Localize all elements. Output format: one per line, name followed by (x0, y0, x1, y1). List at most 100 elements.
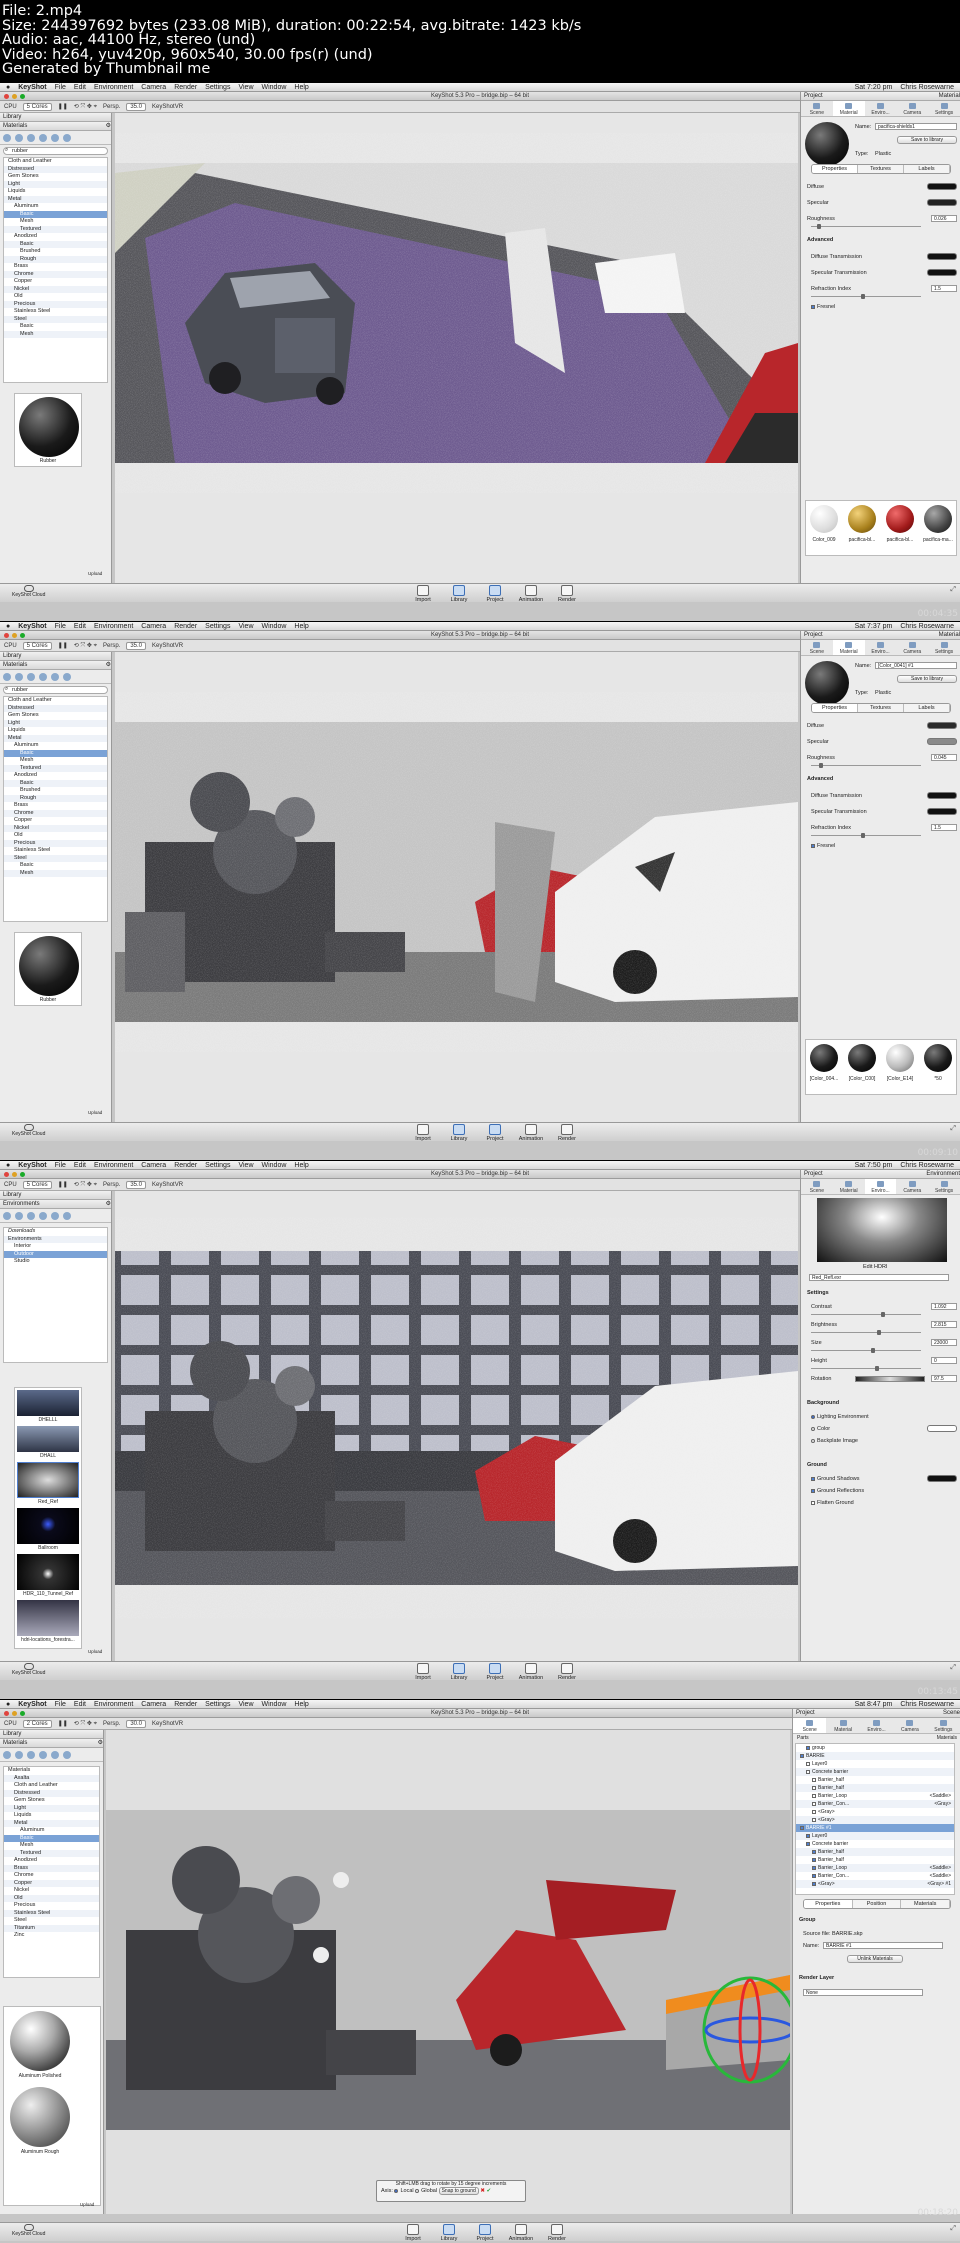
tree-item[interactable]: Brass (4, 263, 107, 271)
resize-icon[interactable]: ⤢ (950, 1125, 956, 1133)
render-viewport[interactable] (115, 652, 798, 1122)
render-button[interactable]: Render (552, 1124, 582, 1142)
env-thumb[interactable] (17, 1390, 79, 1416)
search-input[interactable]: rubber (3, 147, 108, 155)
library-button[interactable]: Library (444, 1663, 474, 1681)
render-viewport[interactable]: Shift+LMB drag to rotate by 15 degree in… (106, 1730, 790, 2214)
tree-item[interactable]: Downloads (4, 1228, 107, 1236)
type-select[interactable]: Plastic (875, 690, 891, 696)
app-menu[interactable]: KeyShot (18, 83, 46, 92)
tree-item[interactable]: Titanium (4, 1924, 99, 1932)
tree-item[interactable]: Rough (4, 255, 107, 263)
refraction-index-value[interactable]: 1.5 (931, 285, 957, 292)
confirm-icon[interactable]: ✔ (486, 2188, 491, 2194)
upload-button[interactable]: Upload (80, 2202, 94, 2207)
ground-section[interactable]: Ground (807, 1462, 827, 1468)
project-button[interactable]: Project (480, 1124, 510, 1142)
tree-item[interactable]: Cloth and Leather (4, 1782, 99, 1790)
scene-tree-row[interactable]: <Gray> <Gray> #1 (796, 1880, 954, 1888)
menu-environment[interactable]: Environment (94, 1161, 133, 1170)
roughness-value[interactable]: 0.045 (931, 754, 957, 761)
apple-icon[interactable]: ● (6, 1700, 10, 1709)
pause-icon[interactable]: ❚❚ (58, 642, 68, 649)
menu-edit[interactable]: Edit (74, 1161, 86, 1170)
tab-environment[interactable]: Enviro... (864, 1179, 897, 1194)
settings-icon[interactable]: ⚙ (106, 661, 111, 669)
animation-button[interactable]: Animation (516, 585, 546, 603)
tree-item[interactable]: Rough (4, 794, 107, 802)
scene-tree-row[interactable]: Barrier_Con... <Gray> (796, 1800, 954, 1808)
scene-tree-row[interactable]: Concrete barrier (796, 1840, 954, 1848)
unlink-materials-button[interactable]: Unlink Materials (847, 1955, 903, 1963)
resize-icon[interactable]: ⤢ (950, 586, 956, 594)
upload-button[interactable]: Upload (88, 1110, 102, 1115)
tab-scene[interactable]: Scene (801, 1179, 833, 1194)
specular-swatch[interactable] (927, 738, 957, 745)
zoom-icon[interactable] (20, 94, 25, 99)
tab-camera[interactable]: Camera (896, 1179, 928, 1194)
tree-item[interactable]: Light (4, 1804, 99, 1812)
tree-item[interactable]: Distressed (4, 704, 107, 712)
scene-tree-row[interactable]: Barrier_Loop <Saddle> (796, 1864, 954, 1872)
tab-material[interactable]: Material (826, 1718, 859, 1733)
refraction-index-value[interactable]: 1.5 (931, 824, 957, 831)
tree-item[interactable]: Basic (4, 779, 107, 787)
tree-item[interactable]: Mesh (4, 869, 107, 877)
apple-icon[interactable]: ● (6, 1161, 10, 1170)
apple-icon[interactable]: ● (6, 83, 10, 92)
menu-window[interactable]: Window (262, 1700, 287, 1709)
tree-item[interactable]: Distressed (4, 165, 107, 173)
swatch-ball[interactable] (810, 1044, 838, 1072)
clock[interactable]: Sat 7:37 pm (855, 622, 893, 631)
keyshotvr-button[interactable]: KeyShotVR (152, 643, 183, 649)
brightness-value[interactable]: 2.815 (931, 1321, 957, 1328)
tab-material[interactable]: Material (832, 101, 865, 116)
tree-item[interactable]: Liquids (4, 188, 107, 196)
animation-button[interactable]: Animation (506, 2224, 536, 2242)
close-icon[interactable] (4, 633, 9, 638)
tree-item[interactable]: Brass (4, 802, 107, 810)
tab-scene[interactable]: Scene (793, 1718, 827, 1733)
tree-item[interactable]: Old (4, 1894, 99, 1902)
menu-view[interactable]: View (238, 1161, 253, 1170)
advanced-section[interactable]: Advanced (807, 237, 833, 243)
tab-camera[interactable]: Camera (893, 1718, 926, 1733)
menu-file[interactable]: File (55, 1161, 66, 1170)
tree-item[interactable]: Basic (4, 323, 107, 331)
diffuse-transmission-swatch[interactable] (927, 792, 957, 799)
minimize-icon[interactable] (12, 1711, 17, 1716)
diffuse-swatch[interactable] (927, 183, 957, 190)
tree-item-selected[interactable]: Basic (4, 749, 107, 757)
scene-tree-row[interactable]: Layer0 (796, 1760, 954, 1768)
library-tab[interactable]: Materials (3, 661, 27, 669)
hdri-preview[interactable] (817, 1198, 947, 1262)
apple-icon[interactable]: ● (6, 622, 10, 631)
persp-value[interactable]: 35.0 (126, 641, 147, 650)
tab-environment[interactable]: Enviro... (865, 101, 897, 116)
tree-item[interactable]: Light (4, 180, 107, 188)
tree-item[interactable]: Brass (4, 1864, 99, 1872)
materials-tree[interactable]: Cloth and Leather Distressed Gem Stones … (3, 157, 108, 383)
scene-tree-row[interactable]: Barrier_half (796, 1856, 954, 1864)
tree-item[interactable]: Precious (4, 839, 107, 847)
search-input[interactable]: rubber (3, 686, 108, 694)
flatten-ground-checkbox[interactable]: Flatten Ground (811, 1500, 854, 1506)
scene-tree-row[interactable]: Barrier_Con... <Saddle> (796, 1872, 954, 1880)
project-button[interactable]: Project (470, 2224, 500, 2242)
brightness-slider[interactable] (811, 1330, 921, 1335)
tab-settings[interactable]: Settings (928, 101, 960, 116)
tree-item-selected[interactable]: Basic (4, 1834, 99, 1842)
clock[interactable]: Sat 7:20 pm (855, 83, 893, 92)
scene-tree-row[interactable]: <Gray> (796, 1808, 954, 1816)
menu-camera[interactable]: Camera (141, 1700, 166, 1709)
tree-item[interactable]: Aluminum (4, 742, 107, 750)
refraction-slider[interactable] (811, 833, 921, 838)
tree-item[interactable]: Interior (4, 1243, 107, 1251)
size-value[interactable]: 23000 (931, 1339, 957, 1346)
swatch-ball[interactable] (848, 1044, 876, 1072)
tree-item[interactable]: Metal (4, 1819, 99, 1827)
animation-button[interactable]: Animation (516, 1663, 546, 1681)
swatch-ball[interactable] (924, 1044, 952, 1072)
upload-button[interactable]: Upload (88, 1649, 102, 1654)
tree-item[interactable]: Anodized (4, 233, 107, 241)
